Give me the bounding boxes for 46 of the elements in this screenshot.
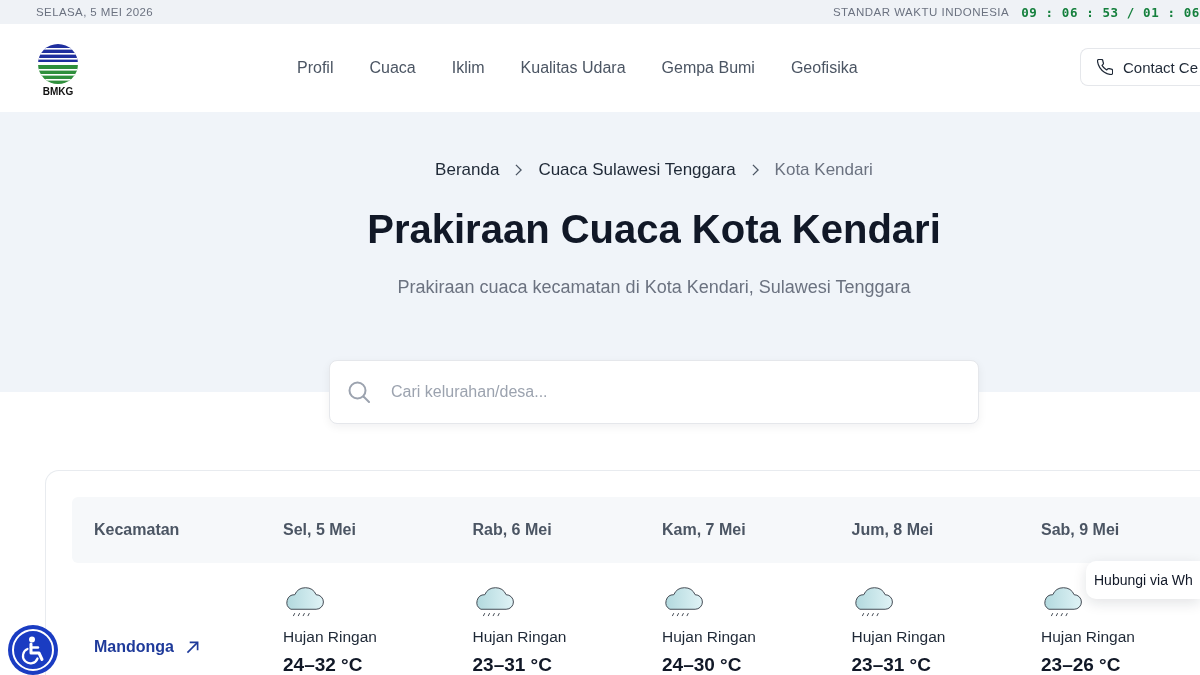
column-header: Rab, 6 Mei [472, 521, 553, 539]
chevron-icon [515, 164, 523, 176]
nav-link[interactable]: Gempa Bumi [661, 59, 755, 77]
clock-text: 09 : 06 : 53 / 01 : 06 [1021, 4, 1200, 20]
nav-link[interactable]: Geofisika [790, 59, 858, 77]
temperature-range: 23–31 °C [851, 654, 931, 675]
contact-button[interactable]: Contact Ce [1079, 48, 1200, 86]
search-field[interactable]: Cari kelurahan/desa... [329, 360, 979, 424]
breadcrumb-link[interactable]: Beranda [435, 160, 500, 180]
column-header: Kam, 7 Mei [662, 521, 747, 539]
phone-icon [1096, 59, 1113, 75]
column-header: Kecamatan [94, 521, 181, 539]
wheelchair-icon [11, 628, 55, 672]
time-zone-label: STANDAR WAKTU INDONESIA [832, 6, 1010, 18]
nav-link[interactable]: Cuaca [369, 59, 416, 77]
weather-condition: Hujan Ringan [472, 627, 567, 647]
column-header: Sel, 5 Mei [283, 521, 357, 539]
breadcrumb-current: Kota Kendari [774, 160, 873, 180]
page-subtitle: Prakiraan cuaca kecamatan di Kota Kendari, Sulawesi Tenggara [397, 276, 911, 299]
weather-condition: Hujan Ringan [662, 627, 756, 647]
arrow-icon [186, 640, 199, 654]
district-link[interactable]: Mandonga [94, 636, 199, 658]
nav-link[interactable]: Profil [297, 59, 334, 77]
weather-condition: Hujan Ringan [283, 627, 377, 647]
rain-cloud-icon [662, 585, 704, 618]
temperature-range: 24–30 °C [662, 654, 742, 675]
logo-text: BMKG [42, 85, 74, 97]
contact-tooltip[interactable]: Hubungi via Wh [1086, 561, 1200, 599]
page-title: Prakiraan Cuaca Kota Kendari [367, 206, 941, 253]
logo-icon [36, 43, 80, 84]
column-header: Sab, 9 Mei [1041, 521, 1121, 539]
breadcrumb-link[interactable]: Cuaca Sulawesi Tenggara [538, 160, 736, 180]
rain-cloud-icon [283, 585, 325, 618]
weather-condition: Hujan Ringan [851, 627, 946, 647]
temperature-range: 23–26 °C [1041, 654, 1121, 675]
accessibility-button[interactable] [8, 625, 58, 675]
nav-link[interactable]: Kualitas Udara [520, 59, 626, 77]
date-text: SELASA, 5 MEI 2026 [36, 6, 154, 18]
chevron-icon [751, 164, 759, 176]
rain-cloud-icon [1041, 585, 1083, 618]
search-icon [348, 381, 370, 403]
column-header: Jum, 8 Mei [851, 521, 935, 539]
nav-link[interactable]: Iklim [451, 59, 485, 77]
temperature-range: 23–31 °C [472, 654, 552, 675]
weather-condition: Hujan Ringan [1041, 627, 1135, 647]
temperature-range: 24–32 °C [283, 654, 363, 675]
